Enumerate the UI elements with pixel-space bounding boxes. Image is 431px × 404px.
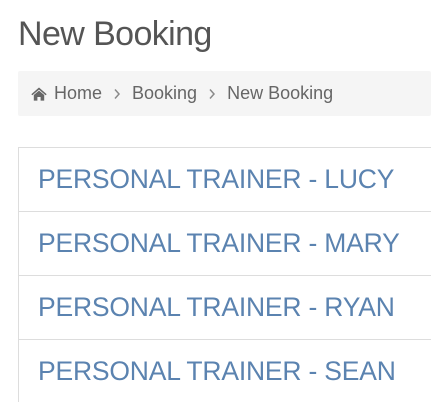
breadcrumb-home-link[interactable]: Home: [54, 83, 102, 104]
home-icon[interactable]: [31, 87, 47, 101]
trainer-item-ryan[interactable]: PERSONAL TRAINER - RYAN: [19, 276, 431, 340]
trainer-list: PERSONAL TRAINER - LUCY PERSONAL TRAINER…: [18, 147, 431, 402]
trainer-item-sean[interactable]: PERSONAL TRAINER - SEAN: [19, 340, 431, 402]
trainer-item-lucy[interactable]: PERSONAL TRAINER - LUCY: [19, 148, 431, 212]
page: New Booking Home Booking New Booking PER…: [0, 0, 431, 404]
breadcrumb: Home Booking New Booking: [18, 71, 431, 116]
chevron-right-icon: [208, 88, 216, 100]
breadcrumb-booking-link[interactable]: Booking: [132, 83, 197, 104]
trainer-item-mary[interactable]: PERSONAL TRAINER - MARY: [19, 212, 431, 276]
page-title: New Booking: [18, 15, 212, 53]
breadcrumb-current: New Booking: [227, 83, 334, 103]
chevron-right-icon: [113, 88, 121, 100]
